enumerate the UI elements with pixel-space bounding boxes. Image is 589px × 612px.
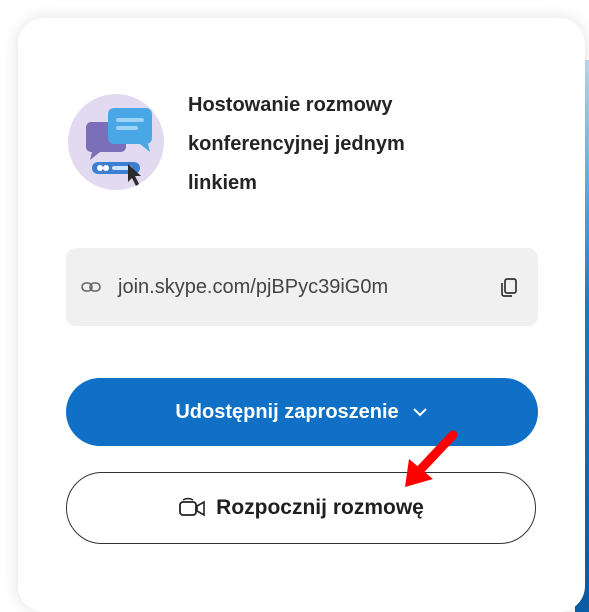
chat-link-illustration-icon [68, 94, 164, 190]
dialog-header: Hostowanie rozmowy konferencyjnej jednym… [68, 78, 548, 218]
start-call-button[interactable]: Rozpocznij rozmowę [66, 472, 536, 544]
video-camera-icon [178, 497, 206, 519]
chevron-down-icon [411, 403, 429, 421]
meeting-link-box[interactable]: join.skype.com/pjBPyc39iG0m [66, 248, 538, 326]
start-call-label: Rozpocznij rozmowę [216, 496, 424, 519]
copy-icon[interactable] [498, 276, 520, 298]
dialog-title: Hostowanie rozmowy konferencyjnej jednym… [188, 94, 405, 194]
share-invitation-label: Udostępnij zaproszenie [175, 400, 399, 423]
red-arrow-icon [395, 425, 465, 495]
dialog-card: Hostowanie rozmowy konferencyjnej jednym… [18, 18, 585, 612]
meeting-link-text[interactable]: join.skype.com/pjBPyc39iG0m [118, 274, 388, 300]
screen: Hostowanie rozmowy konferencyjnej jednym… [0, 0, 589, 612]
link-icon [80, 276, 102, 298]
share-invitation-button[interactable]: Udostępnij zaproszenie [66, 378, 538, 446]
